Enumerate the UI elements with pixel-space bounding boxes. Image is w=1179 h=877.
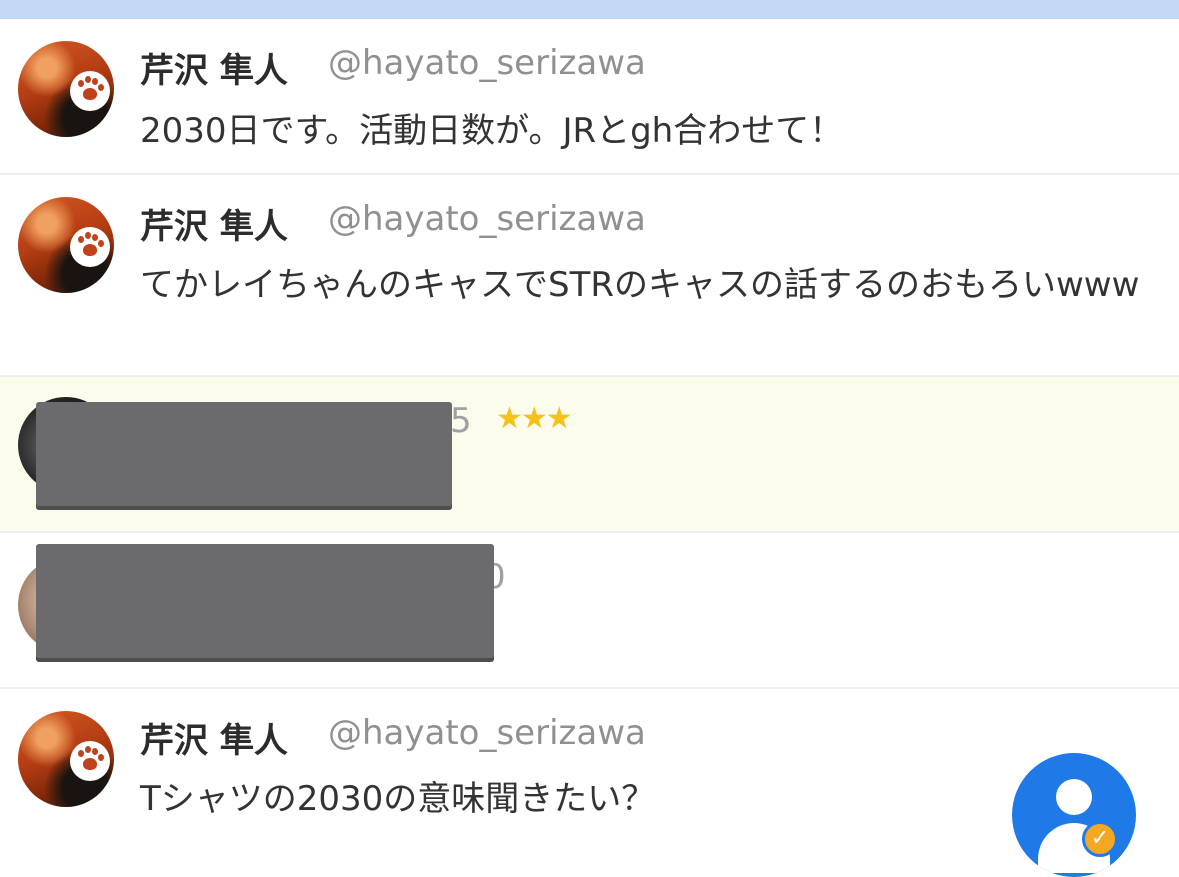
post-text: Tシャツの2030の意味聞きたい？ [140,779,656,819]
paw-icon [70,741,110,781]
feed-item[interactable]: 芹沢 隼人 @hayato_serizawa 2030日です。活動日数が。JRと… [0,19,1179,175]
user-name[interactable]: 芹沢 隼人 [140,43,288,92]
check-icon: ✓ [1082,821,1118,857]
post-text: 2030日です。活動日数が。JRとgh合わせて！ [140,111,844,151]
user-handle[interactable]: @hayato_serizawa [328,43,646,83]
paw-icon [70,227,110,267]
user-avatar[interactable] [18,41,114,137]
user-handle-fragment: 5 [450,401,472,441]
top-bar [0,0,1179,19]
user-handle[interactable]: @hayato_serizawa [328,713,646,753]
feed-item[interactable]: 5 ★★★ [0,377,1179,533]
user-handle[interactable]: @hayato_serizawa [328,199,646,239]
feed-item[interactable]: 芹沢 隼人 @hayato_serizawa てかレイちゃんのキャスでSTRのキ… [0,175,1179,377]
user-avatar[interactable] [18,711,114,807]
account-icon [1056,779,1092,815]
feed-item[interactable]: 芹沢 隼人 @hayato_serizawa Tシャツの2030の意味聞きたい？ [0,689,1179,860]
user-name[interactable]: 芹沢 隼人 [140,199,288,248]
account-fab-button[interactable]: ✓ [1012,753,1136,877]
post-text: てかレイちゃんのキャスでSTRのキャスの話するのおもろいwww [140,265,1140,305]
user-avatar[interactable] [18,197,114,293]
feed-item[interactable]: 0 [0,533,1179,689]
redaction-box [36,402,452,506]
paw-icon [70,71,110,111]
redaction-box [36,544,494,658]
rating-stars: ★★★ [496,401,573,436]
user-name[interactable]: 芹沢 隼人 [140,713,288,762]
